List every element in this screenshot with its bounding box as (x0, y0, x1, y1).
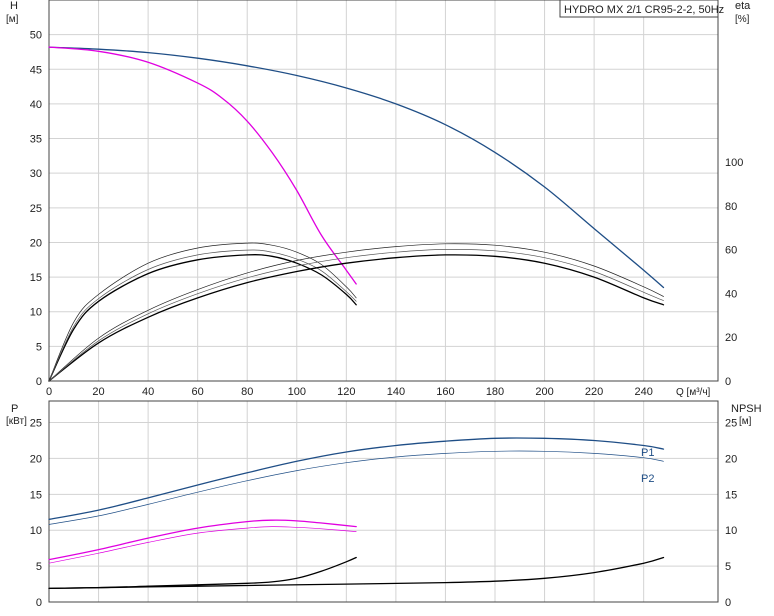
power-axis-label: P (11, 403, 18, 415)
power-tick-label: 20 (30, 453, 42, 465)
eta-tick-label: 60 (725, 245, 737, 257)
eta-axis-unit: [%] (735, 14, 750, 25)
npsh-tick-label: 25 (725, 418, 737, 430)
x-tick-label: 140 (387, 386, 405, 398)
npsh-tick-label: 0 (725, 597, 731, 609)
x-tick-label: 60 (192, 386, 204, 398)
power-series-line-3 (48, 526, 357, 564)
eta-axis-label: eta (735, 0, 751, 12)
head-series-line-7 (48, 248, 664, 382)
x-tick-label: 80 (241, 386, 253, 398)
head-series-line-5 (48, 254, 665, 382)
power-panel-grid (49, 401, 718, 602)
eta-tick-label: 80 (725, 201, 737, 213)
x-tick-label: 120 (337, 386, 355, 398)
power-tick-label: 10 (30, 525, 42, 537)
chart-title: HYDRO MX 2/1 CR95-2-2, 50Hz (564, 4, 724, 16)
head-tick-label: 5 (36, 341, 42, 353)
x-tick-label: 40 (142, 386, 154, 398)
head-tick-label: 30 (30, 168, 42, 180)
head-series-line-2 (48, 254, 357, 382)
x-tick-label: 160 (436, 386, 454, 398)
series-label-p1: P1 (641, 447, 654, 459)
power-axis-unit: [кВт] (6, 416, 27, 427)
power-panel-frame (48, 400, 719, 603)
eta-tick-label: 0 (725, 376, 731, 388)
npsh-tick-label: 5 (725, 561, 731, 573)
x-tick-label: 0 (46, 386, 52, 398)
npsh-axis-unit: [м] (739, 416, 752, 427)
power-series-line-0 (48, 437, 665, 521)
head-panel-series (48, 46, 665, 382)
x-tick-label: 240 (634, 386, 652, 398)
npsh-tick-label: 10 (725, 525, 737, 537)
x-tick-label: 200 (535, 386, 553, 398)
eta-tick-label: 40 (725, 288, 737, 300)
power-series-line-4 (48, 556, 357, 590)
head-tick-label: 50 (30, 30, 42, 42)
power-tick-label: 5 (36, 561, 42, 573)
power-tick-label: 0 (36, 597, 42, 609)
head-tick-label: 35 (30, 134, 42, 146)
series-label-p2: P2 (641, 473, 654, 485)
npsh-axis-label: NPSH (731, 403, 762, 415)
power-series-line-1 (48, 450, 664, 525)
head-panel-frame (48, 0, 719, 382)
x-tick-label: 180 (486, 386, 504, 398)
head-axis-label: H (10, 0, 18, 12)
head-series-line-0 (48, 46, 665, 289)
head-tick-label: 20 (30, 237, 42, 249)
flow-axis-label: Q [м³/ч] (676, 387, 711, 398)
head-series-line-1 (48, 46, 357, 285)
head-tick-label: 45 (30, 64, 42, 76)
chart-canvas: 0 20 40 60 80 100 120 140 160 180 200 220 2400510152… (6, 0, 762, 609)
x-tick-label: 20 (92, 386, 104, 398)
x-tick-label: 100 (288, 386, 306, 398)
head-axis-unit: [м] (6, 14, 19, 25)
head-tick-label: 25 (30, 203, 42, 215)
head-tick-label: 15 (30, 272, 42, 284)
head-panel-grid (49, 0, 718, 381)
eta-tick-label: 100 (725, 157, 743, 169)
head-tick-label: 40 (30, 99, 42, 111)
head-tick-label: 0 (36, 376, 42, 388)
npsh-tick-label: 20 (725, 453, 737, 465)
power-tick-label: 25 (30, 418, 42, 430)
x-tick-label: 220 (585, 386, 603, 398)
power-tick-label: 15 (30, 489, 42, 501)
npsh-tick-label: 15 (725, 489, 737, 501)
eta-tick-label: 20 (725, 332, 737, 344)
head-tick-label: 10 (30, 307, 42, 319)
power-series-line-5 (48, 556, 665, 590)
pump-performance-chart: 0 20 40 60 80 100 120 140 160 180 200 220 240 0 5 10 15 2… (0, 0, 774, 611)
